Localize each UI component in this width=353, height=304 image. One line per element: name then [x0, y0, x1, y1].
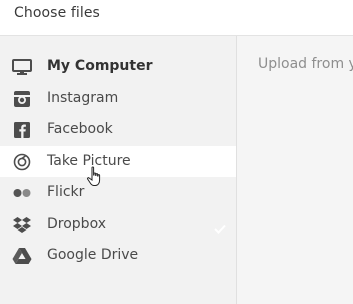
sidebar-item-label: Facebook: [47, 121, 113, 137]
dropbox-icon: [12, 216, 32, 234]
flickr-icon: [12, 184, 32, 202]
camera-icon: [12, 153, 32, 171]
file-picker-window: Choose files My Computer Instagram Faceb…: [0, 0, 353, 304]
sidebar-item-my-computer[interactable]: My Computer: [0, 51, 236, 83]
sidebar: My Computer Instagram Facebook Take Pict…: [0, 36, 237, 304]
sidebar-item-label: Instagram: [47, 89, 119, 106]
sidebar-item-take-picture[interactable]: Take Picture: [0, 145, 236, 177]
source-list: My Computer Instagram Facebook Take Pict…: [0, 51, 236, 272]
sidebar-item-dropbox[interactable]: Dropbox: [0, 209, 236, 241]
sidebar-item-google-drive[interactable]: Google Drive: [0, 240, 236, 272]
upload-panel[interactable]: Upload from y: [237, 36, 353, 304]
sidebar-item-label: Dropbox: [47, 215, 106, 232]
sidebar-item-flickr[interactable]: Flickr: [0, 177, 236, 209]
sidebar-item-label: Google Drive: [47, 247, 139, 263]
sidebar-item-facebook[interactable]: Facebook: [0, 114, 236, 146]
sidebar-item-label: Flickr: [47, 184, 85, 200]
instagram-icon: [12, 90, 32, 108]
checkmark-icon: [214, 219, 226, 234]
header: Choose files: [0, 0, 353, 36]
google-drive-icon: [12, 247, 32, 265]
sidebar-item-label: My Computer: [47, 58, 153, 74]
page-title: Choose files: [14, 5, 100, 21]
upload-prompt: Upload from y: [258, 56, 353, 72]
sidebar-item-instagram[interactable]: Instagram: [0, 83, 236, 115]
facebook-icon: [12, 121, 32, 139]
hand-pointer-cursor-icon: [86, 166, 104, 188]
computer-icon: [12, 58, 32, 76]
